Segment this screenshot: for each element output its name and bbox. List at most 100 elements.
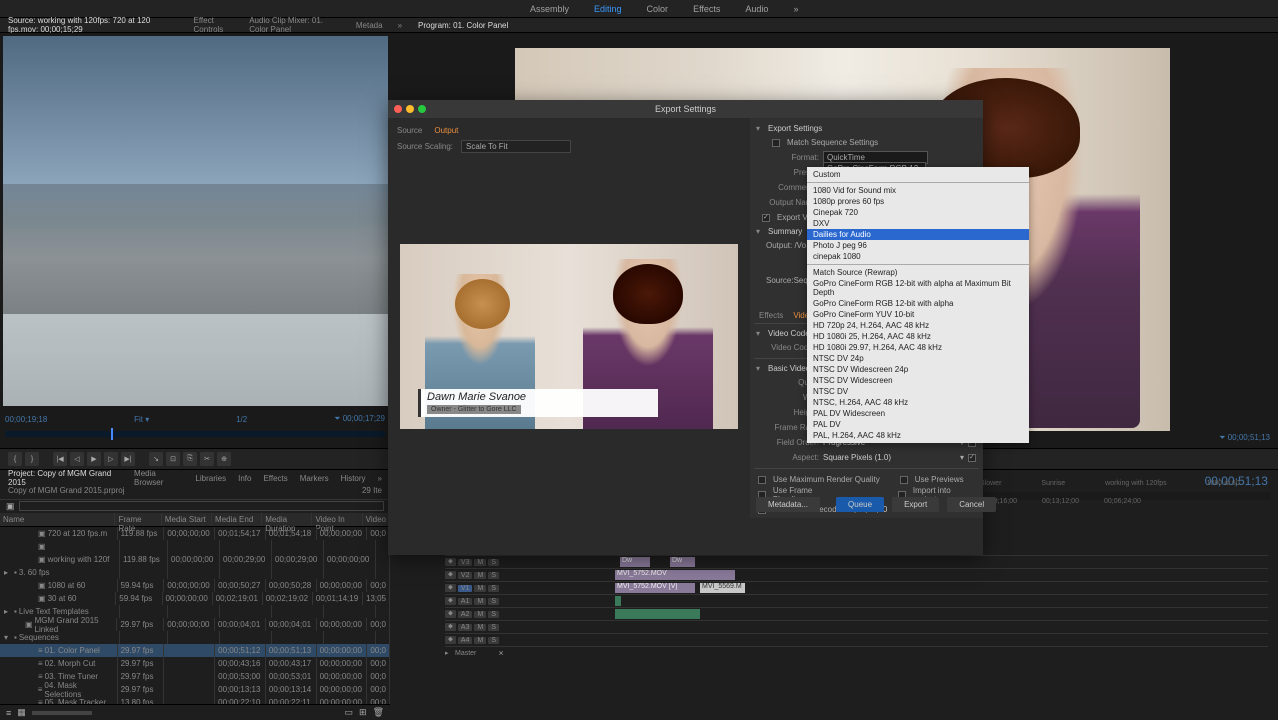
close-icon[interactable] xyxy=(394,105,402,113)
go-out-button[interactable]: ▶| xyxy=(121,452,135,466)
preset-option[interactable]: PAL, H.264, AAC 48 kHz xyxy=(807,430,1029,441)
tab-info[interactable]: Info xyxy=(238,474,251,483)
preset-option[interactable]: HD 720p 24, H.264, AAC 48 kHz xyxy=(807,320,1029,331)
cancel-button[interactable]: Cancel xyxy=(947,497,996,512)
source-tc-left[interactable]: 00;00;19;18 xyxy=(5,415,47,424)
disclosure-icon[interactable]: ▾ xyxy=(756,227,764,236)
track-target[interactable]: A2 xyxy=(458,611,473,618)
playhead-icon[interactable] xyxy=(111,428,113,440)
tool-button[interactable]: ✂ xyxy=(200,452,214,466)
table-row[interactable]: ▣1080 at 6059.94 fps00;00;00;0000;00;50;… xyxy=(0,579,390,592)
ws-editing[interactable]: Editing xyxy=(594,4,622,14)
preset-option[interactable]: NTSC DV xyxy=(807,386,1029,397)
col-duration[interactable]: Media Duration xyxy=(262,513,312,526)
table-row[interactable]: ▸▪3. 60 fps xyxy=(0,566,390,579)
aspect-value[interactable]: Square Pixels (1.0) xyxy=(823,453,891,462)
preset-option[interactable]: PAL DV Widescreen xyxy=(807,408,1029,419)
track-lock-icon[interactable]: ⬥ xyxy=(445,584,456,592)
marker[interactable]: Slower xyxy=(980,480,1001,494)
track-mute[interactable]: M xyxy=(474,611,486,618)
tab-project[interactable]: Project: Copy of MGM Grand 2015 xyxy=(8,469,122,487)
table-row[interactable]: ≡01. Color Panel29.97 fps00;00;51;1200;0… xyxy=(0,644,390,657)
preset-option[interactable]: Dailies for Audio xyxy=(807,229,1029,240)
ws-overflow-icon[interactable]: » xyxy=(793,4,798,14)
preset-option[interactable]: HD 1080i 29.97, H.264, AAC 48 kHz xyxy=(807,342,1029,353)
trash-icon[interactable]: 🗑 xyxy=(373,707,384,718)
go-in-button[interactable]: |◀ xyxy=(53,452,67,466)
tab-effect-controls[interactable]: Effect Controls xyxy=(194,16,235,34)
preset-option[interactable]: 1080 Vid for Sound mix xyxy=(807,185,1029,196)
preset-option[interactable]: GoPro CineForm RGB 12-bit with alpha xyxy=(807,298,1029,309)
preset-option[interactable]: Match Source (Rewrap) xyxy=(807,267,1029,278)
export-preview[interactable]: Dawn Marie Svanoe Owner - Glitter to Gor… xyxy=(400,244,738,429)
program-tab[interactable]: Program: 01. Color Panel xyxy=(418,21,508,30)
clip[interactable]: Dw xyxy=(670,557,695,567)
track-mute[interactable]: M xyxy=(474,585,486,592)
source-preview[interactable] xyxy=(3,36,388,406)
clip[interactable]: MVI_5752.MOV [V] xyxy=(615,583,695,593)
preset-option[interactable]: Cinepak 720 xyxy=(807,207,1029,218)
tab-history[interactable]: History xyxy=(341,474,366,483)
tab-metadata[interactable]: Metada xyxy=(356,21,383,30)
tab-libraries[interactable]: Libraries xyxy=(195,474,226,483)
tab-effects-panel[interactable]: Effects xyxy=(263,474,287,483)
zoom-slider[interactable] xyxy=(32,711,92,715)
track-mute[interactable]: M xyxy=(474,637,486,644)
overwrite-button[interactable]: ⊡ xyxy=(166,452,180,466)
track-mute[interactable]: M xyxy=(474,572,486,579)
track-V1[interactable]: ⬥V1MSMVI_5752.MOV [V]MVI_5569.M xyxy=(445,581,1268,594)
preset-option[interactable]: Photo J peg 96 xyxy=(807,240,1029,251)
icon-view-icon[interactable]: ▦ xyxy=(17,707,26,718)
tab-markers[interactable]: Markers xyxy=(300,474,329,483)
preset-option[interactable]: PAL DV xyxy=(807,419,1029,430)
metadata-button[interactable]: Metadata... xyxy=(756,497,820,512)
maximize-icon[interactable] xyxy=(418,105,426,113)
table-row[interactable]: ≡02. Morph Cut29.97 fps00;00;43;1600;00;… xyxy=(0,657,390,670)
clip[interactable]: MVI_5752.MOV xyxy=(615,570,735,580)
track-mute[interactable]: M xyxy=(474,559,486,566)
table-row[interactable]: ≡04. Mask Selections29.97 fps00;00;13;13… xyxy=(0,683,390,696)
export-button[interactable]: Export xyxy=(892,497,939,512)
step-fwd-button[interactable]: ▷ xyxy=(104,452,118,466)
track-target[interactable]: A4 xyxy=(458,637,473,644)
timeline-ruler[interactable]: 00;00;16;0000;13;12;0000;06;24;00 xyxy=(980,498,1273,508)
expand-icon[interactable]: ⨯ xyxy=(495,649,507,657)
source-tab[interactable]: Source: working with 120fps: 720 at 120 … xyxy=(8,16,179,34)
track-A1[interactable]: ⬥A1MS xyxy=(445,594,1268,607)
table-row[interactable]: ≡05. Mask Tracker13.80 fps00:00:22:1000:… xyxy=(0,696,390,704)
disclosure-icon[interactable]: ▾ xyxy=(756,364,764,373)
use-max-checkbox[interactable] xyxy=(758,476,766,484)
step-back-button[interactable]: ◁ xyxy=(70,452,84,466)
col-media-end[interactable]: Media End xyxy=(212,513,262,526)
tab-output[interactable]: Output xyxy=(434,126,458,135)
new-bin-icon[interactable]: ▭ xyxy=(345,707,354,718)
tab-overflow-icon[interactable]: » xyxy=(378,474,382,483)
search-input[interactable] xyxy=(19,501,384,511)
ws-color[interactable]: Color xyxy=(647,4,669,14)
play-button[interactable]: ▶ xyxy=(87,452,101,466)
track-A4[interactable]: ⬥A4MS xyxy=(445,633,1268,646)
disclosure-icon[interactable]: ▾ xyxy=(756,329,764,338)
match-seq-checkbox[interactable] xyxy=(772,139,780,147)
track-A2[interactable]: ⬥A2MS xyxy=(445,607,1268,620)
scaling-select[interactable]: Scale To Fit xyxy=(461,140,571,153)
table-row[interactable]: ▣working with 120f119.88 fps00;00;00;000… xyxy=(0,553,390,566)
tab-source[interactable]: Source xyxy=(397,126,422,135)
track-lock-icon[interactable]: ⬥ xyxy=(445,623,456,631)
preset-option[interactable]: 1080p prores 60 fps xyxy=(807,196,1029,207)
preset-option[interactable]: NTSC DV 24p xyxy=(807,353,1029,364)
ws-assembly[interactable]: Assembly xyxy=(530,4,569,14)
track-lock-icon[interactable]: ⬥ xyxy=(445,610,456,618)
preset-option[interactable]: GoPro CineForm YUV 10-bit xyxy=(807,309,1029,320)
ws-audio[interactable]: Audio xyxy=(745,4,768,14)
dialog-titlebar[interactable]: Export Settings xyxy=(388,100,983,118)
export-frame-button[interactable]: ⎘ xyxy=(183,452,197,466)
track-target[interactable]: V3 xyxy=(458,559,473,566)
col-name[interactable]: Name xyxy=(0,513,115,526)
mark-out-button[interactable]: } xyxy=(25,452,39,466)
minimize-icon[interactable] xyxy=(406,105,414,113)
track-lock-icon[interactable]: ⬥ xyxy=(445,597,456,605)
tab-overflow-icon[interactable]: » xyxy=(398,21,402,30)
source-fit-menu[interactable]: Fit ▾ xyxy=(134,415,149,424)
clip[interactable] xyxy=(615,609,700,619)
